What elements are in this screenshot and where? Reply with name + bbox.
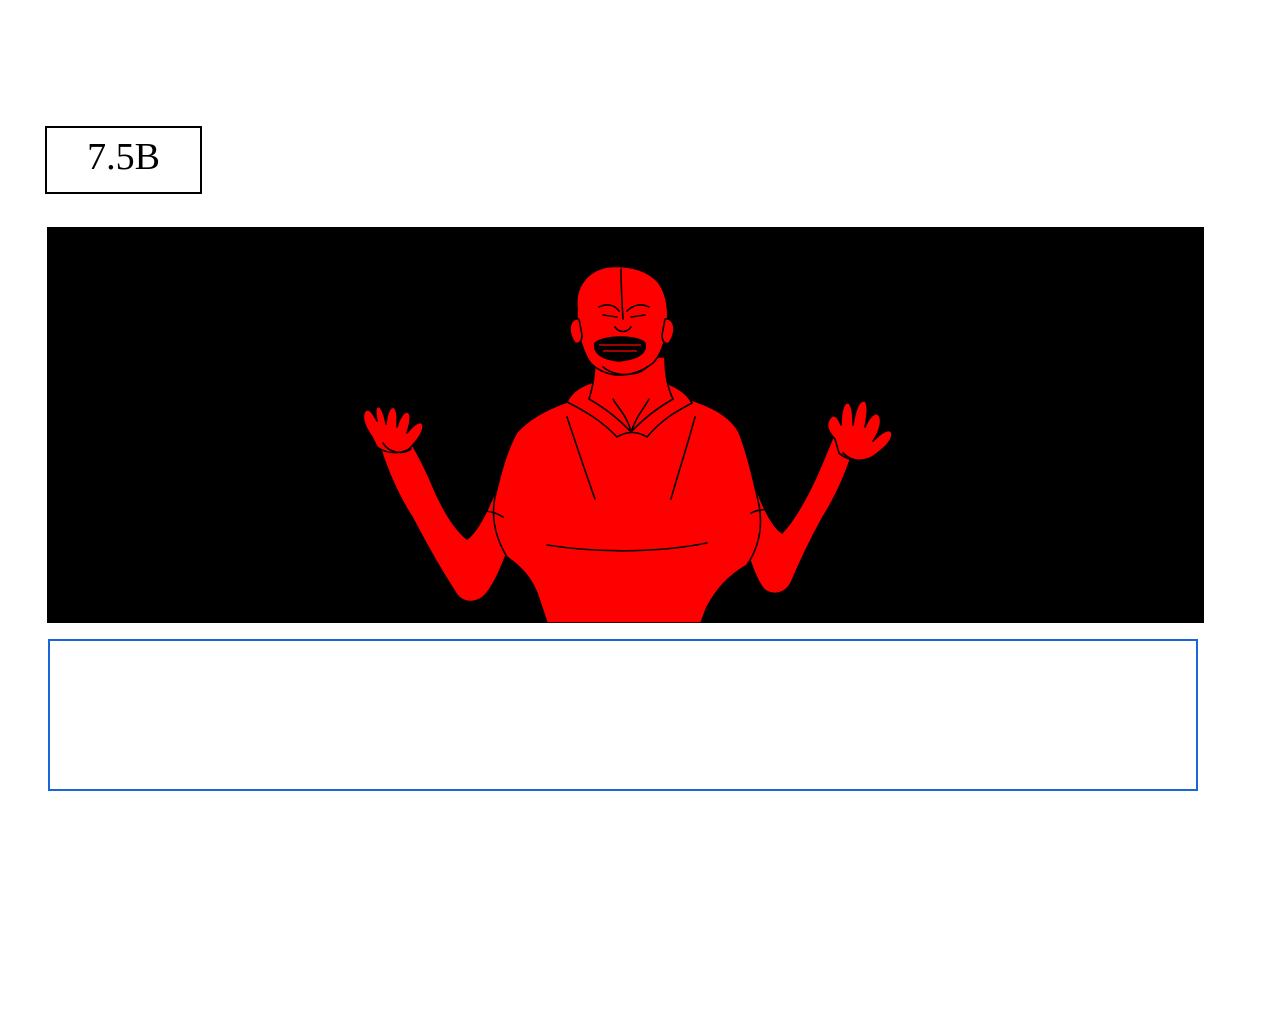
panel-number-box: 7.5B [45,126,202,194]
storyboard-page: 7.5B [0,0,1280,1020]
storyboard-frame [47,227,1204,623]
screaming-figure-illustration [47,227,1204,623]
panel-notes-field[interactable] [48,639,1198,791]
panel-number: 7.5B [87,136,160,178]
